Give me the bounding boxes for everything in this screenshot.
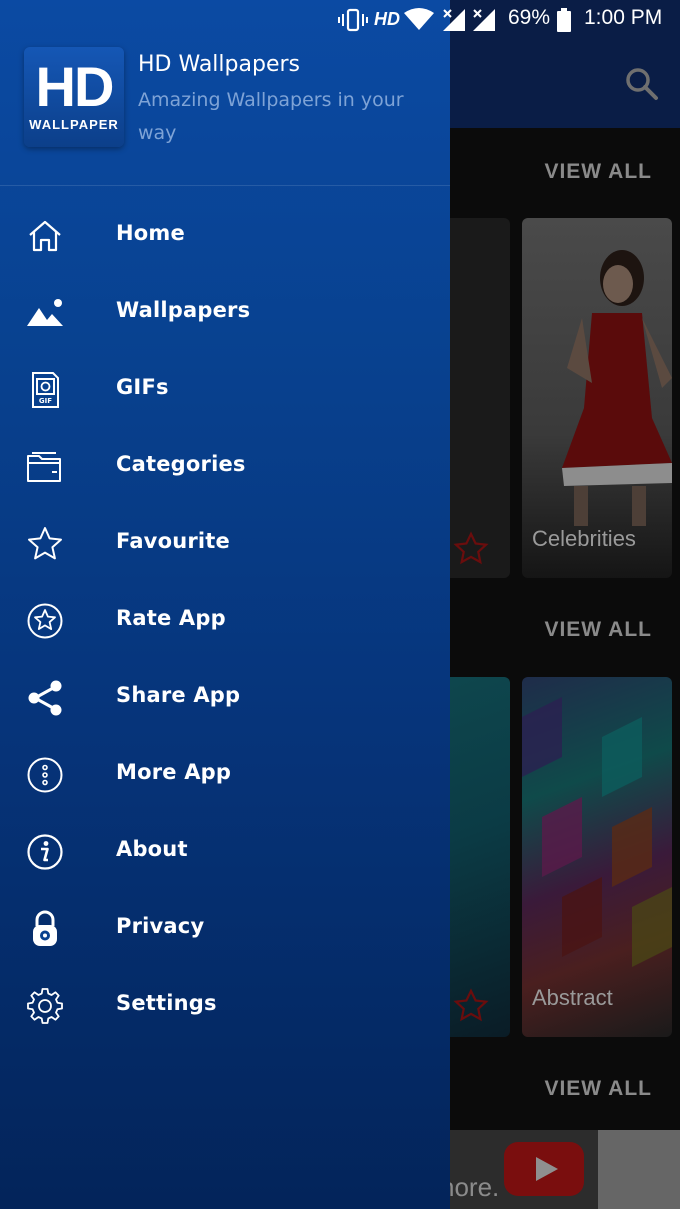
menu-item-privacy[interactable]: Privacy [0,892,450,964]
menu-item-label: Settings [116,991,217,1015]
wifi-icon [404,8,434,30]
info-icon [27,834,63,870]
menu-item-label: Rate App [116,606,226,630]
home-icon [29,220,61,252]
battery-icon [557,8,571,32]
lock-icon [33,910,57,946]
status-bar: HD 69% 1:00 PM [0,0,680,40]
youtube-play-icon[interactable] [504,1142,584,1196]
menu-item-categories[interactable]: Categories [0,430,450,502]
menu-item-more-app[interactable]: More App [0,738,450,810]
battery-percent: 69% [508,6,551,29]
menu-item-share-app[interactable]: Share App [0,661,450,733]
category-card-abstract[interactable]: Abstract [522,677,672,1037]
vibrate-icon [338,8,368,32]
signal-icon [473,9,495,31]
gif-icon: GIF [32,372,59,408]
navigation-drawer: HD WALLPAPER HD Wallpapers Amazing Wallp… [0,0,450,1209]
hd-indicator: HD [374,9,400,29]
app-tagline: Amazing Wallpapers in your way [138,89,404,144]
celebrity-photo [562,250,672,526]
menu-item-about[interactable]: About [0,815,450,887]
abstract-pattern [522,697,672,967]
menu-item-settings[interactable]: Settings [0,969,450,1041]
view-all-link[interactable]: VIEW ALL [544,618,652,642]
card-label: Abstract [532,985,613,1010]
menu-item-label: Categories [116,452,246,476]
menu-item-rate-app[interactable]: Rate App [0,584,450,656]
favourite-star-icon[interactable] [452,987,490,1025]
view-all-link[interactable]: VIEW ALL [544,1077,652,1101]
favourite-star-icon[interactable] [452,530,490,568]
menu-item-label: Share App [116,683,241,707]
gear-icon [27,988,63,1024]
app-name: HD Wallpapers [138,52,300,77]
menu-item-wallpapers[interactable]: Wallpapers [0,276,450,348]
clock: 1:00 PM [584,6,663,29]
star-icon [28,527,62,560]
signal-icon [443,9,465,31]
menu-item-label: GIFs [116,375,169,399]
rate-icon [27,603,63,639]
category-card-celebrities[interactable]: Celebrities [522,218,672,578]
image-icon [27,299,63,326]
svg-text:GIF: GIF [39,397,52,405]
view-all-link[interactable]: VIEW ALL [544,160,652,184]
menu-item-label: Privacy [116,914,205,938]
menu-item-label: Favourite [116,529,230,553]
share-icon [28,680,62,716]
card-label: Celebrities [532,526,636,551]
menu-item-label: Wallpapers [116,298,251,322]
menu-item-label: About [116,837,188,861]
folder-icon [27,452,61,482]
search-icon[interactable] [624,66,660,102]
menu-item-favourite[interactable]: Favourite [0,507,450,579]
app-logo: HD WALLPAPER [24,47,124,147]
menu-item-label: More App [116,760,232,784]
menu-item-label: Home [116,221,185,245]
menu-item-gifs[interactable]: GIF GIFs [0,353,450,425]
more-icon [27,757,63,793]
menu-item-home[interactable]: Home [0,199,450,271]
